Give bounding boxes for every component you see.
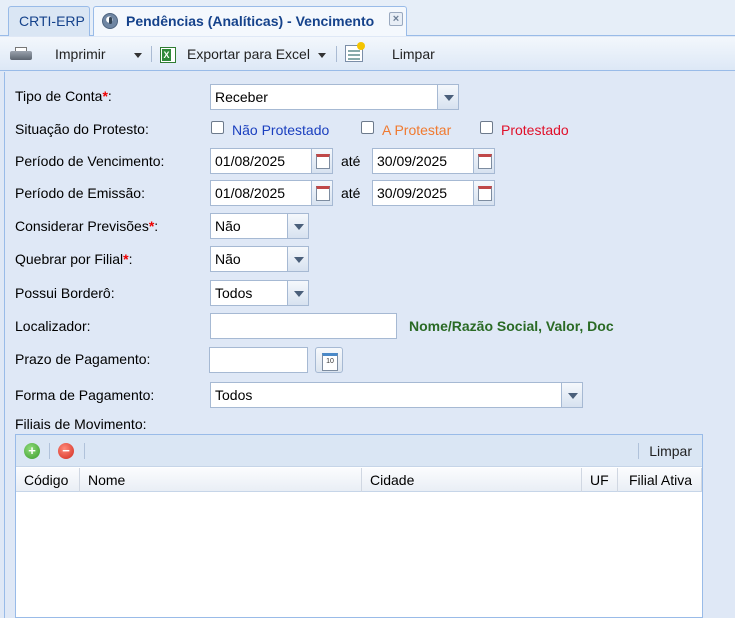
prazo-pagamento-input[interactable] xyxy=(209,347,308,373)
protestado-checkbox[interactable] xyxy=(480,121,493,134)
nao-protestado-label[interactable]: Não Protestado xyxy=(232,122,329,138)
ate-label: até xyxy=(341,185,361,201)
localizador-input[interactable] xyxy=(210,313,397,339)
possui-bordero-label: Possui Borderô: xyxy=(15,285,115,301)
clear-label: Limpar xyxy=(392,46,435,62)
considerar-previsoes-select[interactable]: Não xyxy=(210,213,288,239)
chevron-down-icon xyxy=(294,224,304,230)
filiais-grid: + − Limpar Código Nome Cidade UF Filial … xyxy=(15,434,703,618)
grid-clear-button[interactable]: Limpar xyxy=(649,435,692,467)
prazo-pagamento-label: Prazo de Pagamento: xyxy=(15,351,151,367)
print-button[interactable]: Imprimir xyxy=(55,37,106,71)
localizador-hint: Nome/Razão Social, Valor, Doc xyxy=(409,318,614,334)
tipo-conta-dropdown-trigger[interactable] xyxy=(437,84,459,110)
protestado-label[interactable]: Protestado xyxy=(501,122,569,138)
toolbar-divider xyxy=(336,46,337,62)
calendar-button-icon[interactable] xyxy=(315,347,343,373)
print-label: Imprimir xyxy=(55,46,106,62)
possui-bordero-select[interactable]: Todos xyxy=(210,280,288,306)
column-header-cidade[interactable]: Cidade xyxy=(362,468,582,492)
calendar-icon[interactable] xyxy=(311,148,333,174)
toolbar-divider xyxy=(151,46,152,62)
a-protestar-label[interactable]: A Protestar xyxy=(382,122,451,138)
ate-label: até xyxy=(341,153,361,169)
magnifier-icon xyxy=(102,13,118,29)
considerar-previsoes-label: Considerar Previsões*: xyxy=(15,218,159,234)
forma-pagamento-trigger[interactable] xyxy=(561,382,583,408)
column-header-filial-ativa[interactable]: Filial Ativa xyxy=(618,468,702,492)
toolbar: Imprimir Exportar para Excel Limpar xyxy=(0,37,735,71)
calendar-icon[interactable] xyxy=(473,180,495,206)
chevron-down-icon xyxy=(294,257,304,263)
export-label: Exportar para Excel xyxy=(187,46,310,62)
grid-toolbar: + − Limpar xyxy=(16,435,702,467)
chevron-down-icon xyxy=(134,52,142,58)
emissao-start-date[interactable]: 01/08/2025 xyxy=(210,180,312,206)
localizador-label: Localizador: xyxy=(15,318,91,334)
grid-toolbar-divider xyxy=(84,443,85,459)
printer-icon xyxy=(10,47,32,62)
forma-pagamento-select[interactable]: Todos xyxy=(210,382,562,408)
tab-label: Pendências (Analíticas) - Vencimento xyxy=(126,13,375,29)
print-menu-arrow[interactable] xyxy=(134,37,142,71)
chevron-down-icon xyxy=(318,52,326,58)
export-excel-button[interactable]: Exportar para Excel xyxy=(187,37,310,71)
tab-label: CRTI-ERP xyxy=(19,13,85,29)
filter-form: Tipo de Conta*: Receber Situação do Prot… xyxy=(4,72,735,618)
chevron-down-icon xyxy=(444,95,454,101)
tipo-conta-select[interactable]: Receber xyxy=(210,84,438,110)
chevron-down-icon xyxy=(568,393,578,399)
calendar-icon[interactable] xyxy=(311,180,333,206)
close-icon[interactable]: × xyxy=(389,12,403,26)
grid-toolbar-divider xyxy=(638,443,639,459)
remove-icon[interactable]: − xyxy=(58,443,74,459)
export-menu-arrow[interactable] xyxy=(318,37,326,71)
excel-icon xyxy=(160,47,176,63)
quebrar-filial-trigger[interactable] xyxy=(287,246,309,272)
tab-crti-erp[interactable]: CRTI-ERP xyxy=(8,6,90,36)
periodo-vencimento-label: Período de Vencimento: xyxy=(15,153,165,169)
forma-pagamento-label: Forma de Pagamento: xyxy=(15,387,155,403)
add-icon[interactable]: + xyxy=(24,443,40,459)
column-header-nome[interactable]: Nome xyxy=(80,468,362,492)
emissao-end-date[interactable]: 30/09/2025 xyxy=(372,180,474,206)
clear-form-icon xyxy=(345,42,365,62)
calendar-icon[interactable] xyxy=(473,148,495,174)
clear-button[interactable]: Limpar xyxy=(392,37,435,71)
vencimento-end-date[interactable]: 30/09/2025 xyxy=(372,148,474,174)
tab-bar: CRTI-ERP Pendências (Analíticas) - Venci… xyxy=(0,0,735,36)
quebrar-filial-label: Quebrar por Filial*: xyxy=(15,251,133,267)
possui-bordero-trigger[interactable] xyxy=(287,280,309,306)
tipo-conta-label: Tipo de Conta*: xyxy=(15,88,112,104)
grid-toolbar-divider xyxy=(49,443,50,459)
considerar-previsoes-trigger[interactable] xyxy=(287,213,309,239)
periodo-emissao-label: Período de Emissão: xyxy=(15,185,145,201)
nao-protestado-checkbox[interactable] xyxy=(211,121,224,134)
column-header-codigo[interactable]: Código xyxy=(16,468,80,492)
column-header-uf[interactable]: UF xyxy=(582,468,618,492)
chevron-down-icon xyxy=(294,291,304,297)
grid-header: Código Nome Cidade UF Filial Ativa xyxy=(16,468,702,492)
quebrar-filial-select[interactable]: Não xyxy=(210,246,288,272)
a-protestar-checkbox[interactable] xyxy=(361,121,374,134)
vencimento-start-date[interactable]: 01/08/2025 xyxy=(210,148,312,174)
tab-pendencias-vencimento[interactable]: Pendências (Analíticas) - Vencimento × xyxy=(93,6,407,36)
situacao-protesto-label: Situação do Protesto: xyxy=(15,121,149,137)
filiais-movimento-label: Filiais de Movimento: xyxy=(15,416,147,432)
